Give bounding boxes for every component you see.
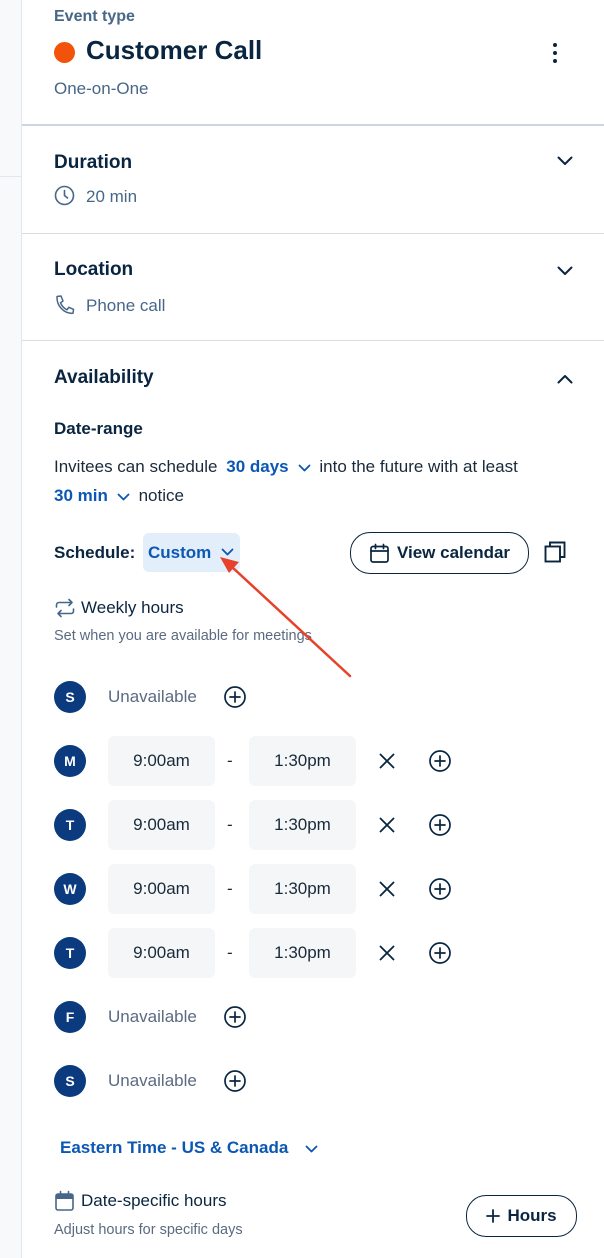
view-calendar-label: View calendar (396, 543, 511, 562)
day-badge: T (54, 937, 86, 969)
unavailable-label: Unavailable (108, 687, 197, 706)
duration-title: Duration (54, 152, 133, 173)
unavailable-label: Unavailable (108, 1071, 197, 1090)
time-separator: - (227, 751, 233, 770)
day-badge: S (54, 1065, 86, 1097)
add-interval-icon[interactable] (428, 813, 452, 837)
chevron-down-icon (305, 1145, 318, 1152)
time-separator: - (227, 815, 233, 834)
location-title: Location (54, 259, 134, 280)
timezone-value: Eastern Time - US & Canada (60, 1138, 289, 1157)
remove-interval-icon[interactable] (378, 752, 402, 776)
add-interval-icon[interactable] (223, 1069, 247, 1093)
remove-interval-icon[interactable] (378, 816, 402, 840)
location-section[interactable]: Location Phone call (22, 234, 604, 340)
availability-title: Availability (54, 367, 154, 388)
event-type-label: Event type (54, 8, 135, 25)
end-time-input[interactable]: 1:30pm (249, 928, 356, 978)
start-time-input[interactable]: 9:00am (108, 928, 215, 978)
day-badge: F (54, 1001, 86, 1033)
unavailable-label: Unavailable (108, 1007, 197, 1026)
add-interval-icon[interactable] (428, 749, 452, 773)
sentence-part2: into the future with at least (319, 457, 518, 476)
date-range-label: Date-range (54, 419, 143, 438)
date-specific-description: Adjust hours for specific days (54, 1222, 243, 1238)
day-badge: M (54, 745, 86, 777)
add-hours-button[interactable]: Hours (466, 1195, 577, 1237)
chevron-down-icon[interactable] (557, 266, 573, 276)
remove-interval-icon[interactable] (378, 944, 402, 968)
start-time-input[interactable]: 9:00am (108, 736, 215, 786)
add-interval-icon[interactable] (428, 941, 452, 965)
more-options-icon[interactable] (553, 43, 557, 67)
notice-value: 30 min (54, 486, 108, 505)
location-divider (22, 340, 604, 341)
event-title: Customer Call (86, 35, 263, 65)
add-hours-label: Hours (507, 1206, 557, 1225)
remove-interval-icon[interactable] (378, 880, 402, 904)
time-separator: - (227, 943, 233, 962)
duration-value: 20 min (86, 187, 138, 206)
add-interval-icon[interactable] (223, 1005, 247, 1029)
day-badge: T (54, 809, 86, 841)
timezone-dropdown[interactable]: Eastern Time - US & Canada (60, 1138, 318, 1158)
location-value: Phone call (86, 296, 166, 315)
plus-icon (486, 1209, 501, 1223)
date-range-sentence-line2: 30 min notice (54, 486, 184, 506)
start-time-input[interactable]: 9:00am (108, 864, 215, 914)
background-divider (0, 176, 21, 177)
end-time-input[interactable]: 1:30pm (249, 800, 356, 850)
weekly-hours-title: Weekly hours (81, 598, 184, 617)
date-specific-title: Date-specific hours (81, 1191, 227, 1210)
add-interval-icon[interactable] (428, 877, 452, 901)
event-color-dot (54, 42, 75, 63)
repeat-icon (54, 598, 76, 618)
sentence-part3: notice (138, 486, 184, 505)
calendar-icon (370, 543, 389, 563)
day-badge: W (54, 873, 86, 905)
end-time-input[interactable]: 1:30pm (249, 736, 356, 786)
weekly-hours-description: Set when you are available for meetings (54, 628, 312, 644)
day-badge: S (54, 681, 86, 713)
day-row: T 9:00am -1:30pm (22, 928, 604, 978)
chevron-down-icon (221, 548, 234, 556)
range-days-dropdown[interactable]: 30 days (226, 457, 311, 476)
day-row: W 9:00am -1:30pm (22, 864, 604, 914)
day-row: S Unavailable (22, 672, 604, 722)
phone-icon (54, 294, 75, 316)
end-time-input[interactable]: 1:30pm (249, 864, 356, 914)
chevron-down-icon (117, 493, 130, 500)
chevron-down-icon[interactable] (557, 156, 573, 166)
view-calendar-button[interactable]: View calendar (350, 532, 529, 574)
background-strip (0, 0, 21, 1258)
time-separator: - (227, 879, 233, 898)
sentence-part1: Invitees can schedule (54, 457, 218, 476)
event-kind: One-on-One (54, 79, 149, 98)
add-interval-icon[interactable] (223, 685, 247, 709)
day-row: T 9:00am -1:30pm (22, 800, 604, 850)
day-row: S Unavailable (22, 1056, 604, 1106)
start-time-input[interactable]: 9:00am (108, 800, 215, 850)
copy-icon[interactable] (544, 541, 566, 563)
schedule-label: Schedule: (54, 543, 136, 562)
notice-dropdown[interactable]: 30 min (54, 486, 130, 505)
day-row: M 9:00am -1:30pm (22, 736, 604, 786)
range-days-value: 30 days (226, 457, 289, 476)
event-type-panel: Event type Customer Call One-on-One Dura… (21, 0, 604, 1258)
chevron-up-icon[interactable] (557, 374, 573, 384)
clock-icon (54, 185, 75, 206)
calendar-icon (54, 1190, 75, 1212)
day-row: F Unavailable (22, 992, 604, 1042)
schedule-dropdown[interactable]: Custom (143, 533, 240, 572)
chevron-down-icon (298, 464, 311, 471)
duration-section[interactable]: Duration 20 min (22, 126, 604, 233)
date-range-sentence-line1: Invitees can schedule 30 days into the f… (54, 457, 518, 477)
schedule-value: Custom (148, 543, 212, 562)
